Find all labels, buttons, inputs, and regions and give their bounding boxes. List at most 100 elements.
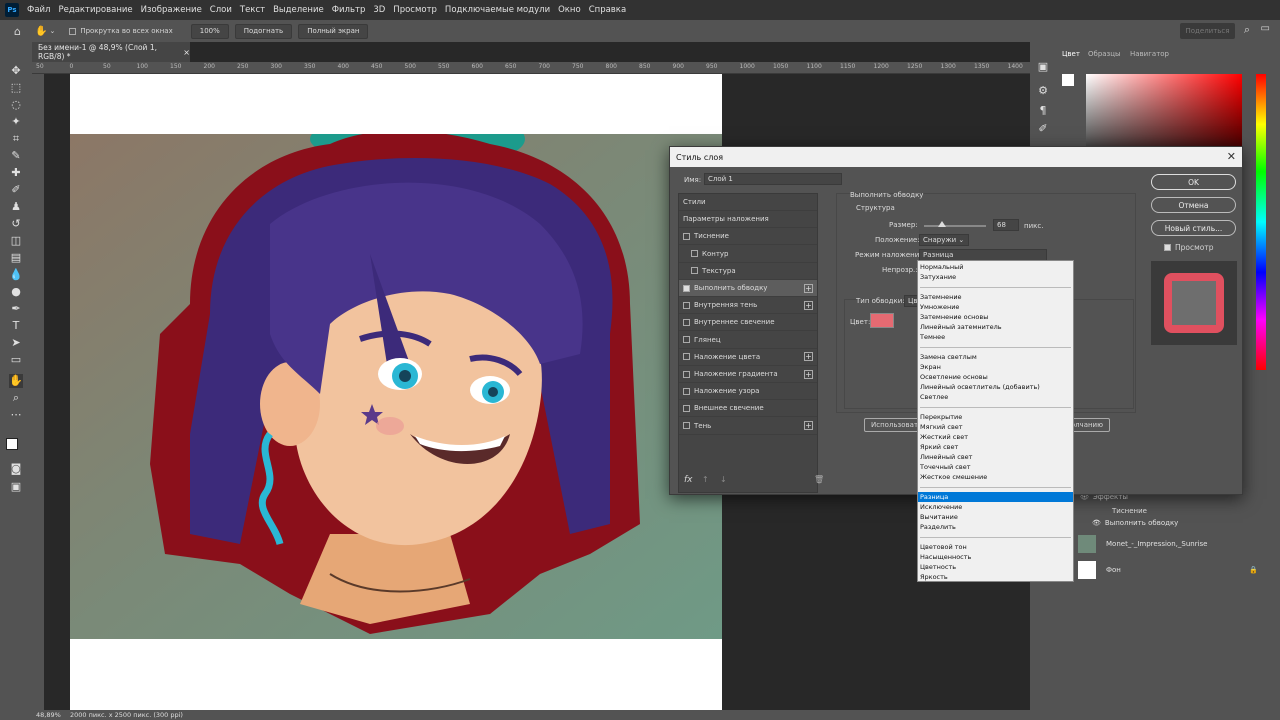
add-style-icon[interactable]: + <box>804 369 813 379</box>
add-style-icon[interactable]: + <box>804 300 813 310</box>
eyedropper-icon[interactable]: ✎ <box>9 149 23 163</box>
preview-checkbox[interactable] <box>1164 244 1171 251</box>
blend-option[interactable]: Жесткий свет <box>918 432 1073 442</box>
hand-tool-icon[interactable]: ✋ <box>35 26 47 37</box>
menu-item[interactable]: Выделение <box>273 5 324 15</box>
workspace-icon[interactable]: ▭ <box>1261 23 1270 34</box>
crop-tool-icon[interactable]: ⌗ <box>9 132 23 146</box>
style-row[interactable]: Тень + <box>679 418 817 435</box>
add-style-icon[interactable]: + <box>804 283 813 293</box>
blend-option[interactable]: Линейный затемнитель <box>918 322 1073 332</box>
lasso-tool-icon[interactable]: ◌ <box>9 98 23 112</box>
history-brush-icon[interactable]: ↺ <box>9 217 23 231</box>
brush-settings-icon[interactable]: ✐ <box>1036 122 1050 136</box>
style-checkbox[interactable] <box>683 301 690 309</box>
blend-option[interactable]: Нормальный <box>918 262 1073 272</box>
layer-stroke-row[interactable]: 👁 Выполнить обводку <box>1092 512 1178 534</box>
style-row[interactable]: Выполнить обводку + <box>679 280 817 297</box>
style-row[interactable]: Текстура <box>679 263 817 280</box>
pen-tool-icon[interactable]: ✒ <box>9 302 23 316</box>
blend-option[interactable]: Яркий свет <box>918 442 1073 452</box>
style-row[interactable]: Наложение узора <box>679 383 817 401</box>
zoom-tool-icon[interactable]: ⌕ <box>9 391 23 405</box>
move-down-icon[interactable]: ↓ <box>720 475 727 484</box>
ok-button[interactable]: OK <box>1151 174 1236 190</box>
blend-option[interactable]: Темнее <box>918 332 1073 342</box>
paragraph-icon[interactable]: ¶ <box>1036 104 1050 118</box>
new-style-button[interactable]: Новый стиль... <box>1151 220 1236 236</box>
menu-item[interactable]: Подключаемые модули <box>445 5 550 15</box>
blend-option[interactable]: Насыщенность <box>918 552 1073 562</box>
blend-option[interactable]: Затемнение <box>918 292 1073 302</box>
status-zoom[interactable]: 48,89% <box>36 711 61 719</box>
blend-option[interactable]: Точечный свет <box>918 462 1073 472</box>
marquee-tool-icon[interactable]: ⬚ <box>9 81 23 95</box>
blend-option[interactable]: Экран <box>918 362 1073 372</box>
search-icon[interactable]: ⌕ <box>1244 23 1250 37</box>
fg-color-chip[interactable] <box>1062 74 1074 86</box>
menu-item[interactable]: Просмотр <box>393 5 437 15</box>
style-checkbox[interactable] <box>683 370 690 378</box>
style-row[interactable]: Контур <box>679 246 817 263</box>
stamp-tool-icon[interactable]: ♟ <box>9 200 23 214</box>
blend-option[interactable]: Перекрытие <box>918 412 1073 422</box>
blend-option[interactable]: Линейный осветлитель (добавить) <box>918 382 1073 392</box>
menu-item[interactable]: Файл <box>27 5 50 15</box>
menu-item[interactable]: Окно <box>558 5 581 15</box>
use-default-button[interactable]: Использовать <box>864 418 922 432</box>
blend-option[interactable]: Линейный свет <box>918 452 1073 462</box>
dodge-tool-icon[interactable]: ● <box>9 285 23 299</box>
quick-mask-icon[interactable]: ◙ <box>9 462 23 476</box>
full-screen-button[interactable]: Полный экран <box>298 23 369 39</box>
cancel-button[interactable]: Отмена <box>1151 197 1236 213</box>
layer-background-row[interactable]: Фон 🔒 <box>1078 559 1258 581</box>
style-checkbox[interactable] <box>683 284 690 292</box>
layer-monet-row[interactable]: Monet_-_Impression,_Sunrise <box>1078 533 1207 555</box>
blend-option[interactable]: Цветность <box>918 562 1073 572</box>
fit-screen-button[interactable]: Подогнать <box>234 23 293 39</box>
move-tool-icon[interactable]: ✥ <box>9 64 23 78</box>
blend-option[interactable]: Замена светлым <box>918 352 1073 362</box>
gradient-tool-icon[interactable]: ▤ <box>9 251 23 265</box>
screen-mode-icon[interactable]: ▣ <box>9 480 23 494</box>
panel-tab[interactable]: Навигатор <box>1130 50 1169 58</box>
menu-item[interactable]: Слои <box>210 5 232 15</box>
eye-icon[interactable]: 👁 <box>1092 519 1101 527</box>
style-checkbox[interactable] <box>683 387 690 395</box>
menu-item[interactable]: Редактирование <box>58 5 132 15</box>
document-tab[interactable]: Без имени-1 @ 48,9% (Слой 1, RGB/8) * × <box>32 42 190 62</box>
blend-option[interactable]: Яркость <box>918 572 1073 582</box>
scroll-all-checkbox[interactable] <box>69 27 77 35</box>
add-style-icon[interactable]: + <box>804 421 813 431</box>
size-input[interactable]: 68 <box>993 219 1019 231</box>
style-row[interactable]: Параметры наложения <box>679 211 817 229</box>
style-row[interactable]: Глянец <box>679 332 817 349</box>
close-tab-icon[interactable]: × <box>183 48 190 57</box>
foreground-color-swatch[interactable] <box>6 438 18 450</box>
zoom-100-button[interactable]: 100% <box>190 23 229 39</box>
blend-option[interactable]: Умножение <box>918 302 1073 312</box>
adjustments-icon[interactable]: ⚙ <box>1036 84 1050 98</box>
blend-option[interactable]: Мягкий свет <box>918 422 1073 432</box>
menu-item[interactable]: Изображение <box>141 5 202 15</box>
window-minimize-icon[interactable] <box>1208 4 1220 16</box>
blend-option[interactable]: Цветовой тон <box>918 542 1073 552</box>
blend-option[interactable]: Разделить <box>918 522 1073 532</box>
move-up-icon[interactable]: ↑ <box>702 475 709 484</box>
stroke-color-swatch[interactable] <box>870 313 894 328</box>
photoshop-logo-icon[interactable]: Ps <box>5 3 19 17</box>
style-row[interactable]: Внутреннее свечение <box>679 314 817 332</box>
document-canvas[interactable] <box>70 74 722 710</box>
style-checkbox[interactable] <box>691 250 698 258</box>
blend-option[interactable]: Затухание <box>918 272 1073 282</box>
position-select[interactable]: Снаружи ⌄ <box>919 234 969 246</box>
blend-option[interactable]: Вычитание <box>918 512 1073 522</box>
style-checkbox[interactable] <box>683 404 690 412</box>
style-row[interactable]: Наложение цвета + <box>679 349 817 366</box>
blur-tool-icon[interactable]: 💧 <box>9 268 23 282</box>
fx-icon[interactable]: fx <box>684 475 693 485</box>
eraser-tool-icon[interactable]: ◫ <box>9 234 23 248</box>
share-button[interactable]: Поделиться <box>1180 23 1235 39</box>
hue-slider[interactable] <box>1256 74 1266 370</box>
style-checkbox[interactable] <box>691 267 698 275</box>
